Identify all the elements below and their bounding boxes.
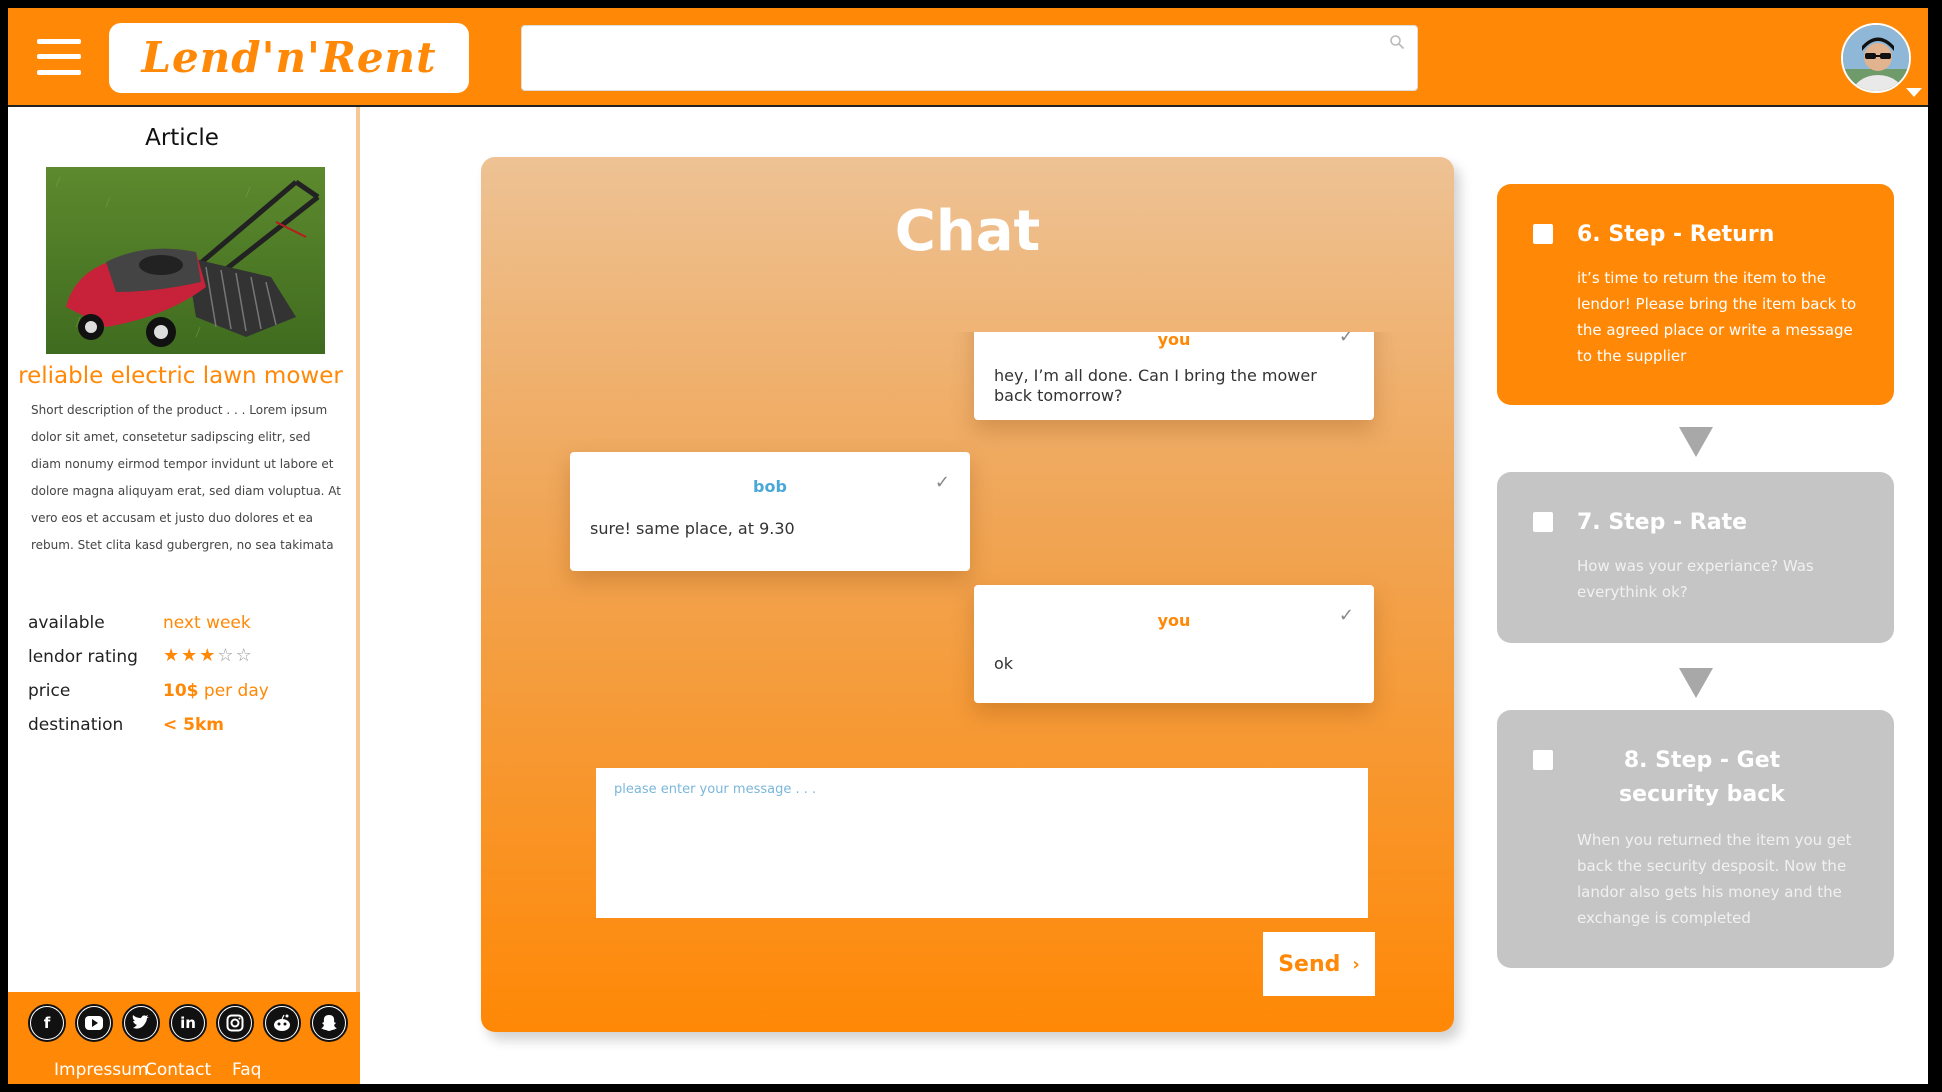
arrow-down-icon	[1679, 427, 1713, 457]
price-unit: per day	[203, 681, 269, 701]
message-input[interactable]	[596, 768, 1368, 918]
twitter-icon[interactable]	[122, 1004, 160, 1042]
star-filled-icon: ★	[181, 645, 200, 666]
search-icon[interactable]	[1389, 34, 1405, 50]
step-card-security: 8. Step - Get security back When you ret…	[1497, 710, 1894, 968]
top-bar: Lend'n'Rent	[8, 8, 1928, 107]
info-row-destination: destination < 5km	[28, 715, 348, 749]
step-title: 8. Step - Get security back	[1619, 748, 1785, 807]
price-amount: 10$	[163, 681, 199, 701]
message-bob: bob ✓ sure! same place, at 9.30	[570, 452, 970, 571]
search-bar	[521, 25, 1418, 91]
check-icon: ✓	[1338, 332, 1354, 347]
arrow-down-icon	[1679, 668, 1713, 698]
step-checkbox[interactable]	[1533, 224, 1553, 244]
message-list[interactable]: you ✓ hey, I’m all done. Can I bring the…	[481, 332, 1454, 738]
message-you: you ✓ hey, I’m all done. Can I bring the…	[974, 332, 1374, 420]
info-label: destination	[28, 715, 124, 735]
message-sender: you	[1157, 611, 1191, 630]
star-empty-icon: ☆	[235, 645, 254, 666]
product-description: Short description of the product . . . L…	[31, 403, 342, 552]
info-row-available: available next week	[28, 613, 348, 647]
message-text: ok	[994, 654, 1014, 673]
chat-title: Chat	[894, 199, 1041, 264]
article-sidebar: Article reliable electric lawn mower Sho…	[8, 107, 360, 1084]
footer-link-faq[interactable]: Faq	[232, 1060, 261, 1080]
star-empty-icon: ☆	[217, 645, 236, 666]
logo[interactable]: Lend'n'Rent	[109, 23, 469, 93]
message-sender: bob	[753, 477, 787, 496]
message-text: sure! same place, at 9.30	[590, 519, 795, 538]
app-frame: Lend'n'Rent Article reliable electric la…	[8, 8, 1928, 1084]
destination-value: < 5km	[163, 715, 225, 735]
star-filled-icon: ★	[163, 645, 182, 666]
step-description: How was your experiance? Was everythink …	[1577, 557, 1814, 601]
product-info: available next week lendor rating ★★★☆☆ …	[28, 613, 348, 749]
info-row-rating: lendor rating ★★★☆☆	[28, 645, 348, 681]
social-links: f in	[28, 1004, 348, 1042]
youtube-icon[interactable]	[75, 1004, 113, 1042]
facebook-icon[interactable]: f	[28, 1004, 66, 1042]
rating-stars: ★★★☆☆	[163, 645, 254, 666]
logo-text: Lend'n'Rent	[141, 33, 437, 82]
footer-link-impressum[interactable]: Impressum	[54, 1060, 149, 1080]
step-card-rate: 7. Step - Rate How was your experiance? …	[1497, 472, 1894, 643]
step-checkbox[interactable]	[1533, 750, 1553, 770]
check-icon: ✓	[1338, 605, 1354, 626]
step-description: When you returned the item you get back …	[1577, 831, 1852, 927]
info-label: available	[28, 613, 105, 633]
message-text: hey, I’m all done. Can I bring the mower…	[994, 366, 1317, 405]
sidebar-footer: f in Impressum Contact Faq	[8, 992, 360, 1084]
info-label: lendor rating	[28, 647, 138, 667]
info-value: < 5km	[163, 715, 224, 735]
step-title: 6. Step - Return	[1577, 222, 1775, 247]
message-input-box	[596, 768, 1368, 918]
chat-panel: Chat you ✓ hey, I’m all done. Can I brin…	[481, 157, 1454, 1032]
linkedin-icon[interactable]: in	[169, 1004, 207, 1042]
article-heading: Article	[145, 125, 219, 151]
star-filled-icon: ★	[199, 645, 218, 666]
info-row-price: price 10$ per day	[28, 681, 348, 715]
search-input[interactable]	[522, 26, 1417, 90]
message-sender: you	[1157, 332, 1191, 349]
send-label: Send	[1278, 951, 1341, 977]
info-label: price	[28, 681, 71, 701]
step-card-return: 6. Step - Return it’s time to return the…	[1497, 184, 1894, 405]
product-image	[46, 167, 325, 354]
info-value: 10$ per day	[163, 681, 269, 701]
info-value: next week	[163, 613, 251, 633]
instagram-icon[interactable]	[216, 1004, 254, 1042]
step-title: 7. Step - Rate	[1577, 510, 1748, 535]
send-button[interactable]: Send ›	[1263, 932, 1375, 996]
snapchat-icon[interactable]	[310, 1004, 348, 1042]
chevron-right-icon: ›	[1352, 953, 1360, 975]
product-name: reliable electric lawn mower	[18, 363, 343, 389]
check-icon: ✓	[934, 472, 950, 493]
chevron-down-icon[interactable]	[1906, 88, 1922, 97]
step-description: it’s time to return the item to the lend…	[1577, 269, 1857, 365]
hamburger-icon[interactable]	[37, 37, 81, 77]
message-you: you ✓ ok	[974, 585, 1374, 703]
footer-link-contact[interactable]: Contact	[145, 1060, 211, 1080]
user-avatar[interactable]	[1841, 23, 1911, 93]
reddit-icon[interactable]	[263, 1004, 301, 1042]
step-checkbox[interactable]	[1533, 512, 1553, 532]
